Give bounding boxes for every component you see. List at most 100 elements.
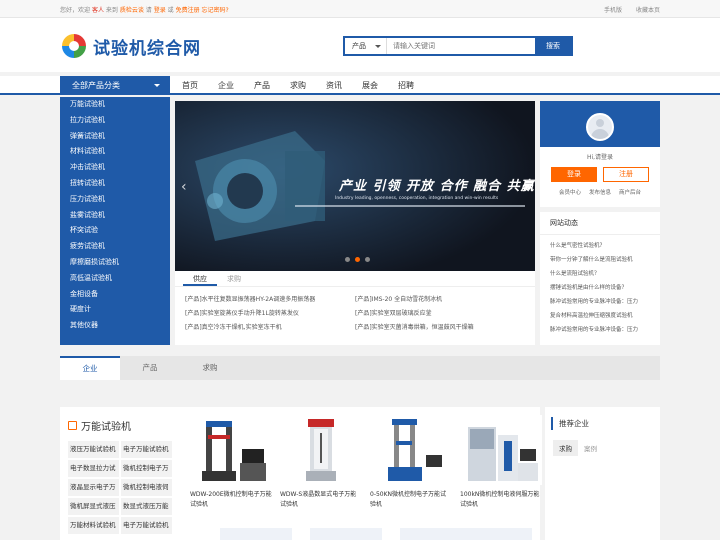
login-button[interactable]: 登录 bbox=[551, 167, 597, 182]
logo-icon bbox=[62, 34, 86, 58]
mobile-link[interactable]: 手机版 bbox=[604, 7, 622, 14]
product-card[interactable]: 0-50KN微机控制电子万能试验机 bbox=[370, 415, 452, 510]
site-link[interactable]: 质检云谈 bbox=[120, 7, 144, 14]
sidebar-item[interactable]: 高低温试验机 bbox=[60, 271, 170, 287]
banner-dot-active[interactable] bbox=[355, 257, 360, 262]
sidebar-item[interactable]: 疲劳试验机 bbox=[60, 239, 170, 255]
product-thumb[interactable] bbox=[220, 528, 292, 540]
sidebar-item[interactable]: 其他仪器 bbox=[60, 318, 170, 334]
info-item[interactable]: [产品]实验室双层玻璃反应釜 bbox=[355, 308, 432, 317]
tab-companies[interactable]: 企业 bbox=[60, 356, 120, 380]
subcategory-item[interactable]: 微机控制电液伺 bbox=[121, 479, 172, 496]
nav-jobs[interactable]: 招聘 bbox=[398, 76, 414, 95]
site-logo[interactable]: 试验机综合网 bbox=[60, 30, 201, 62]
nav-companies[interactable]: 企业 bbox=[218, 76, 234, 95]
info-item[interactable]: [产品]水平往复数显振荡器HY-2A调速多用振荡器 bbox=[185, 294, 315, 303]
product-image bbox=[468, 427, 538, 481]
login-link[interactable]: 登录 bbox=[154, 7, 166, 14]
product-thumb[interactable] bbox=[310, 528, 382, 540]
subcategory-item[interactable]: 电子数显拉力试 bbox=[68, 460, 119, 477]
subcategory-item[interactable]: 电子万能试验机 bbox=[121, 517, 172, 534]
register-link[interactable]: 免费注册 bbox=[176, 7, 200, 14]
banner-prev-arrow[interactable]: ‹ bbox=[181, 179, 187, 195]
tab-products[interactable]: 产品 bbox=[120, 356, 180, 380]
forgot-password-link[interactable]: 忘记密码? bbox=[202, 7, 229, 14]
sidebar-item[interactable]: 扭转试验机 bbox=[60, 176, 170, 192]
tab-buying-requests[interactable]: 求购 bbox=[180, 356, 240, 380]
product-card[interactable]: 100kN微机控制电液伺服万能试验机 bbox=[460, 415, 542, 510]
product-image bbox=[202, 421, 266, 481]
subcategory-item[interactable]: 液压万能试验机 bbox=[68, 441, 119, 458]
product-card[interactable]: WDW-200E微机控制电子万能试验机 bbox=[190, 415, 272, 510]
info-item[interactable]: [产品]IMS-20 全自动雪花制冰机 bbox=[355, 294, 442, 303]
product-name[interactable]: 100kN微机控制电液伺服万能试验机 bbox=[460, 490, 542, 510]
search-input[interactable] bbox=[387, 38, 535, 54]
subcategory-item[interactable]: 数显式液压万能 bbox=[121, 498, 172, 515]
nav-exhibitions[interactable]: 展会 bbox=[362, 76, 378, 95]
bookmark-link[interactable]: 收藏本页 bbox=[636, 7, 660, 14]
all-categories-button[interactable]: 全部产品分类 bbox=[60, 76, 170, 95]
hero-banner[interactable]: ‹ › 产业 引领 开放 合作 融合 共赢 Industry leading, … bbox=[175, 101, 535, 271]
sidebar-item[interactable]: 盐雾试验机 bbox=[60, 208, 170, 224]
search-category-select[interactable]: 产品 bbox=[345, 38, 387, 54]
content-tabs: 企业 产品 求购 bbox=[60, 356, 660, 380]
news-item[interactable]: 脉冲试验常用的专业脉冲设备：压力 bbox=[540, 295, 660, 309]
nav-home[interactable]: 首页 bbox=[182, 76, 198, 95]
user-panel: Hi,请登录 登录 注册 会员中心 发布信息 商户后台 bbox=[540, 101, 660, 207]
subcategory-item[interactable]: 电子万能试验机 bbox=[121, 441, 172, 458]
search-button[interactable]: 搜索 bbox=[535, 38, 571, 54]
banner-dots bbox=[345, 257, 375, 262]
greeting-text: 您好，欢迎 bbox=[60, 7, 91, 14]
subcategory-grid: 液压万能试验机 电子万能试验机 电子数显拉力试 微机控制电子万 液晶显示电子万 微机控… bbox=[68, 441, 182, 536]
sidebar-item[interactable]: 万能试验机 bbox=[60, 97, 170, 113]
sidebar-item[interactable]: 压力试验机 bbox=[60, 192, 170, 208]
sidebar-item[interactable]: 弹簧试验机 bbox=[60, 129, 170, 145]
top-bar: 您好，欢迎 客人 来到 质检云谈 请 登录 或 免费注册 忘记密码? 手机版 收… bbox=[0, 0, 720, 18]
news-item[interactable]: 脉冲试验常用的专业脉冲设备：压力 bbox=[540, 323, 660, 337]
merchant-admin-link[interactable]: 商户后台 bbox=[619, 188, 641, 196]
nav-buying[interactable]: 求购 bbox=[290, 76, 306, 95]
sidebar-item[interactable]: 硬度计 bbox=[60, 302, 170, 318]
sidebar-item[interactable]: 冲击试验机 bbox=[60, 160, 170, 176]
tab-supply[interactable]: 供应 bbox=[183, 271, 217, 286]
post-info-link[interactable]: 发布信息 bbox=[589, 188, 611, 196]
news-item[interactable]: 带你一分钟了解什么是流阻试验机 bbox=[540, 253, 660, 267]
product-name[interactable]: 0-50KN微机控制电子万能试验机 bbox=[370, 490, 452, 510]
banner-slogan: 产业 引领 开放 合作 融合 共赢 bbox=[339, 179, 535, 194]
tab-recommend-cases[interactable]: 案例 bbox=[578, 440, 603, 456]
news-item[interactable]: 摆锤试验机是由什么样的设备？ bbox=[540, 281, 660, 295]
nav-news[interactable]: 资讯 bbox=[326, 76, 342, 95]
product-name[interactable]: WDW-S液晶数显式电子万能试验机 bbox=[280, 490, 362, 510]
info-item[interactable]: [产品]实验室灭菌消毒烘箱，恒温鼓风干燥箱 bbox=[355, 322, 474, 331]
welcome-text: 您好，欢迎 客人 来到 质检云谈 请 登录 或 免费注册 忘记密码? bbox=[60, 5, 229, 14]
subcategory-item[interactable]: 微机屏显式液压 bbox=[68, 498, 119, 515]
banner-dot[interactable] bbox=[365, 257, 370, 262]
product-card[interactable]: WDW-S液晶数显式电子万能试验机 bbox=[280, 415, 362, 510]
member-center-link[interactable]: 会员中心 bbox=[559, 188, 581, 196]
subcategory-item[interactable]: 微机控制电子万 bbox=[121, 460, 172, 477]
sidebar-item[interactable]: 杯突试验 bbox=[60, 223, 170, 239]
nav-products[interactable]: 产品 bbox=[254, 76, 270, 95]
category-sidebar: 万能试验机 拉力试验机 弹簧试验机 材料试验机 冲击试验机 扭转试验机 压力试验… bbox=[60, 97, 170, 345]
register-button[interactable]: 注册 bbox=[603, 167, 649, 182]
please-text: 请 bbox=[145, 7, 152, 14]
tab-recommend-buying[interactable]: 求购 bbox=[553, 440, 578, 456]
info-item[interactable]: [产品]实验室旋蒸仪手动升降1L旋转蒸发仪 bbox=[185, 308, 299, 317]
recommended-companies: 推荐企业 求购 案例 bbox=[545, 407, 660, 540]
tab-buying[interactable]: 求购 bbox=[217, 271, 251, 286]
news-item[interactable]: 什么是流阻试验机？ bbox=[540, 267, 660, 281]
sidebar-item[interactable]: 拉力试验机 bbox=[60, 113, 170, 129]
product-thumb[interactable] bbox=[460, 528, 532, 540]
sidebar-item[interactable]: 金相设备 bbox=[60, 287, 170, 303]
info-item[interactable]: [产品]真空冷冻干燥机,实验室冻干机 bbox=[185, 322, 282, 331]
news-item[interactable]: 复合材料高温拉伸压缩强度试验机 bbox=[540, 309, 660, 323]
news-item[interactable]: 什么是气密性试验机？ bbox=[540, 239, 660, 253]
subcategory-item[interactable]: 液晶显示电子万 bbox=[68, 479, 119, 496]
banner-dot[interactable] bbox=[345, 257, 350, 262]
user-greeting: Hi,请登录 bbox=[586, 154, 614, 161]
product-name[interactable]: WDW-200E微机控制电子万能试验机 bbox=[190, 490, 272, 510]
sidebar-item[interactable]: 材料试验机 bbox=[60, 144, 170, 160]
sidebar-item[interactable]: 摩擦磨损试验机 bbox=[60, 255, 170, 271]
or-text: 或 bbox=[167, 7, 174, 14]
subcategory-item[interactable]: 万能材料试验机 bbox=[68, 517, 119, 534]
